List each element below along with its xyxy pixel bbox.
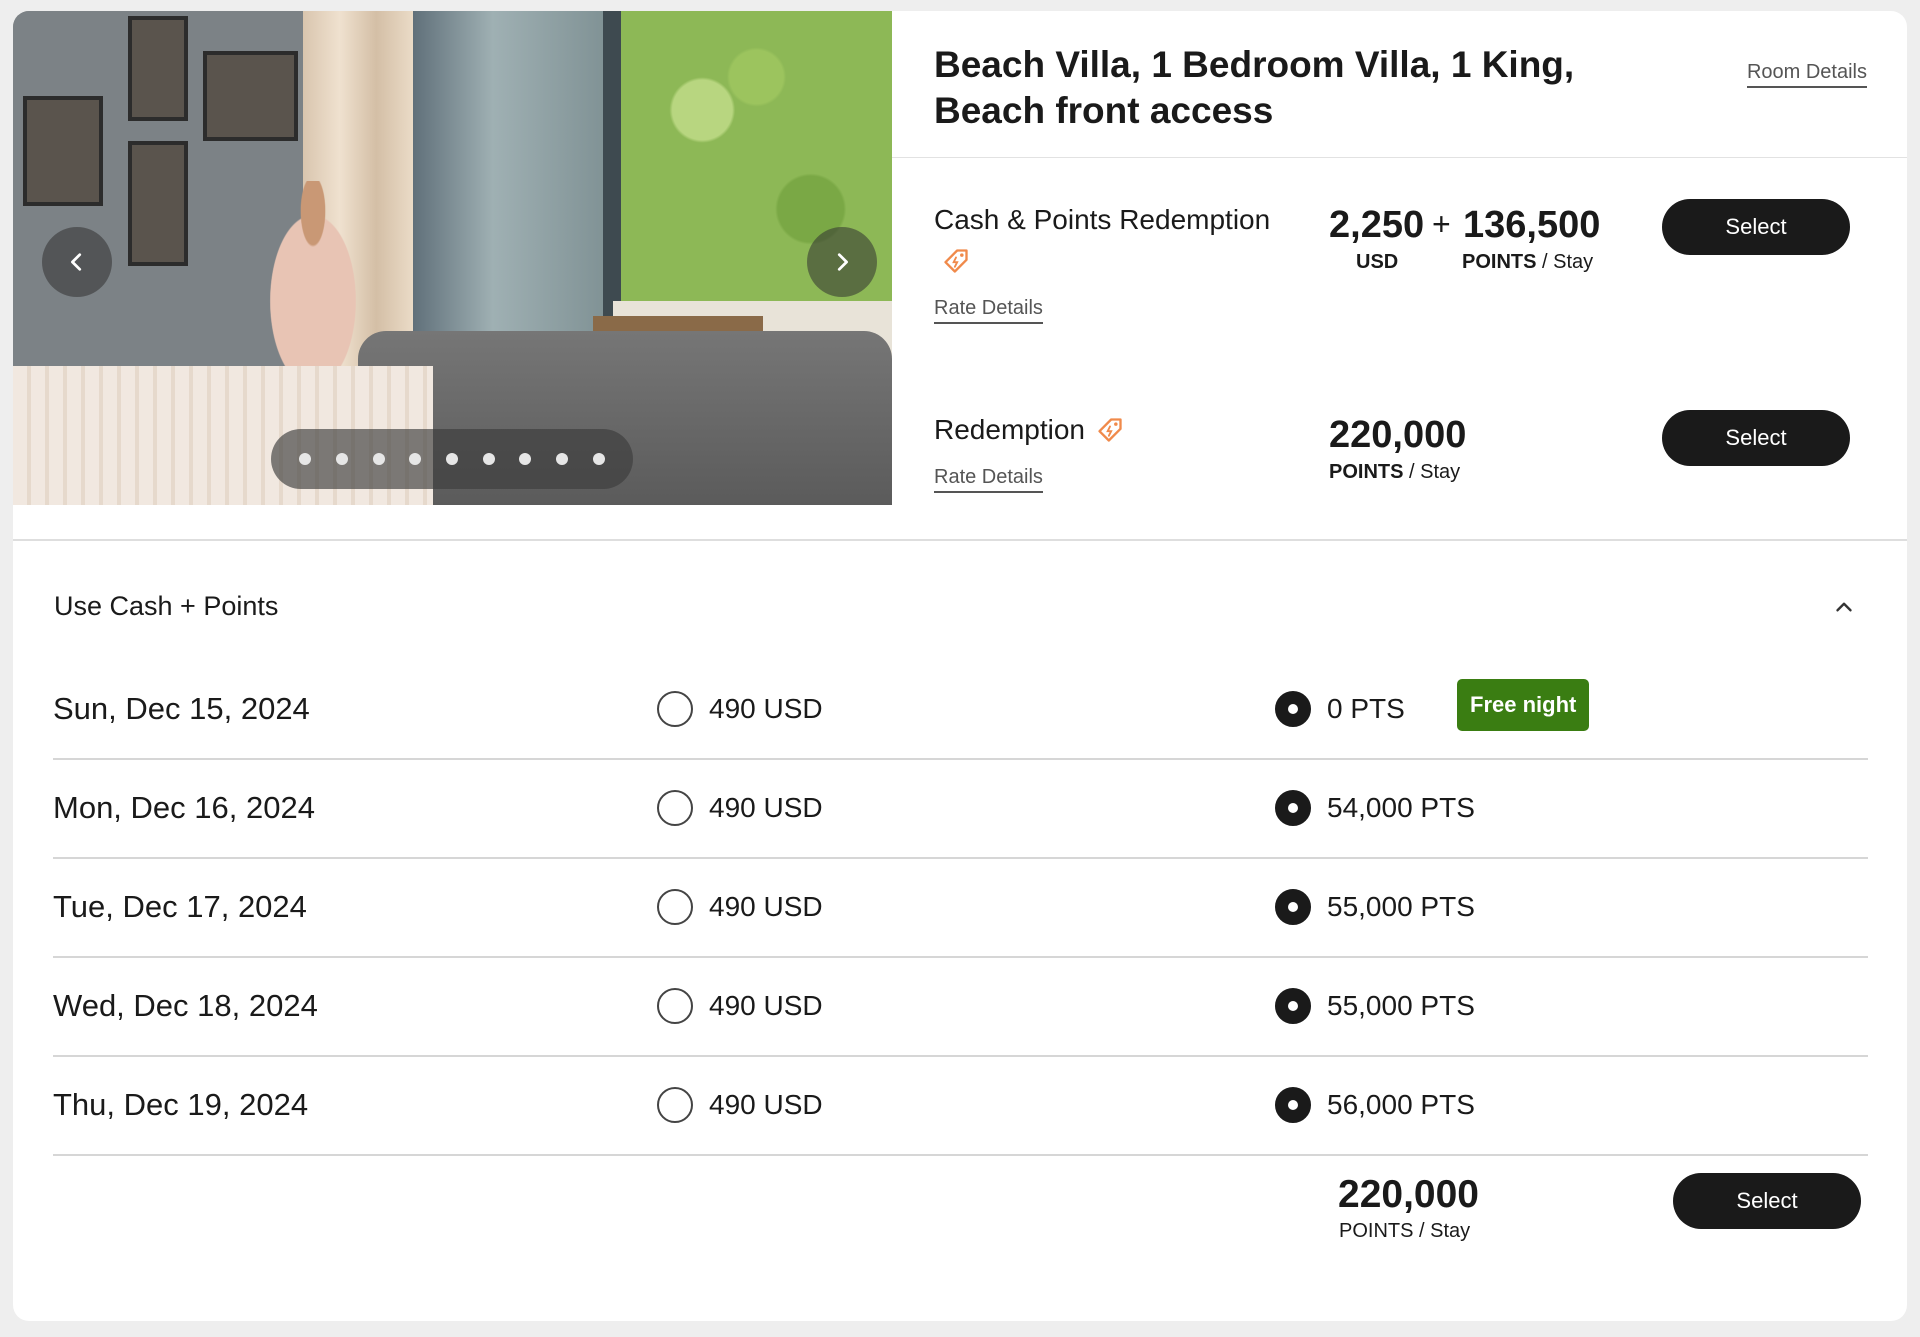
photo-person [253,181,373,381]
points-radio[interactable] [1275,691,1311,727]
rate-details-link[interactable]: Rate Details [934,297,1043,324]
night-row: Sun, Dec 15, 2024 490 USD 0 PTS Free nig… [53,661,1868,760]
chevron-right-icon [837,253,848,271]
night-row: Wed, Dec 18, 2024 490 USD 55,000 PTS [53,958,1868,1057]
carousel-dot[interactable] [335,453,348,465]
carousel-dot[interactable] [299,453,312,465]
carousel-next-button[interactable] [807,227,877,297]
chevron-left-icon [71,253,82,271]
photo-wall-art [128,141,188,266]
rate-name-cash-points: Cash & Points Redemption [934,204,1271,235]
per-stay-label: / Stay [1409,461,1461,483]
carousel-dot[interactable] [555,453,568,465]
room-title-line: Beach Villa, 1 Bedroom Villa, 1 King, [934,44,1575,85]
night-row: Thu, Dec 19, 2024 490 USD 56,000 PTS [53,1057,1868,1156]
points-radio[interactable] [1275,889,1311,925]
offer-tag-icon [1098,418,1122,442]
offer-tag-icon [944,249,968,273]
night-date: Wed, Dec 18, 2024 [53,988,318,1023]
points-amount: 136,500 [1463,204,1601,246]
select-cash-points-button[interactable]: Select [1662,199,1850,255]
room-card: Beach Villa, 1 Bedroom Villa, 1 King, Be… [13,11,1907,1321]
night-usd-price: 490 USD [709,1089,823,1120]
rate-name-redemption: Redemption [934,414,1085,445]
carousel-dot[interactable] [519,453,532,465]
night-date: Sun, Dec 15, 2024 [53,691,310,726]
redemption-points-unit: POINTS / Stay [1329,461,1460,484]
cash-amount: 2,250 [1329,204,1425,246]
room-title-line: Beach front access [934,90,1274,131]
room-photo-carousel[interactable] [13,11,892,505]
night-points-price: 54,000 PTS [1327,792,1475,823]
header-divider [892,157,1907,158]
section-divider [13,539,1907,541]
points-radio[interactable] [1275,1087,1311,1123]
photo-wall-art [23,96,103,206]
night-usd-price: 490 USD [709,693,823,724]
usd-radio[interactable] [657,790,693,826]
usd-radio[interactable] [657,691,693,727]
carousel-dot[interactable] [592,453,605,465]
usd-radio[interactable] [657,988,693,1024]
cash-unit: USD [1356,251,1399,273]
room-details-link[interactable]: Room Details [1746,61,1867,88]
night-date: Tue, Dec 17, 2024 [53,889,307,924]
carousel-dot[interactable] [409,453,422,465]
night-row: Tue, Dec 17, 2024 490 USD 55,000 PTS [53,859,1868,958]
total-points-unit: POINTS / Stay [1339,1220,1470,1243]
points-radio[interactable] [1275,790,1311,826]
night-usd-price: 490 USD [709,990,823,1021]
points-unit-label: POINTS [1329,461,1404,483]
carousel-prev-button[interactable] [42,227,112,297]
rate-details-link[interactable]: Rate Details [934,466,1043,493]
chevron-up-icon[interactable] [1831,594,1857,620]
night-points-price: 55,000 PTS [1327,990,1475,1021]
usd-radio[interactable] [657,1087,693,1123]
night-usd-price: 490 USD [709,891,823,922]
carousel-dot[interactable] [372,453,385,465]
night-points-price: 56,000 PTS [1327,1089,1475,1120]
carousel-dot[interactable] [482,453,495,465]
per-stay-label: / Stay [1419,1220,1471,1242]
total-points-amount: 220,000 [1338,1173,1479,1216]
redemption-points-amount: 220,000 [1329,414,1467,456]
night-date: Mon, Dec 16, 2024 [53,790,315,825]
select-redemption-button[interactable]: Select [1662,410,1850,466]
night-points-price: 55,000 PTS [1327,891,1475,922]
free-night-badge: Free night [1457,679,1590,731]
per-stay-label: / Stay [1542,251,1594,273]
points-unit-label: POINTS [1462,251,1537,273]
room-title: Beach Villa, 1 Bedroom Villa, 1 King, Be… [934,42,1654,134]
carousel-dots [271,429,633,489]
night-points-price: 0 PTS [1327,693,1405,724]
night-row: Mon, Dec 16, 2024 490 USD 54,000 PTS [53,760,1868,859]
cash-points-title: Use Cash + Points [54,591,279,621]
points-unit-label: POINTS [1339,1220,1414,1242]
usd-radio[interactable] [657,889,693,925]
photo-wall-art [128,16,188,121]
carousel-dot[interactable] [445,453,458,465]
photo-wall-art [203,51,298,141]
select-cash-points-total-button[interactable]: Select [1673,1173,1861,1229]
points-radio[interactable] [1275,988,1311,1024]
plus-sign: + [1432,206,1451,242]
points-unit: POINTS / Stay [1462,251,1593,274]
night-date: Thu, Dec 19, 2024 [53,1087,309,1122]
night-usd-price: 490 USD [709,792,823,823]
